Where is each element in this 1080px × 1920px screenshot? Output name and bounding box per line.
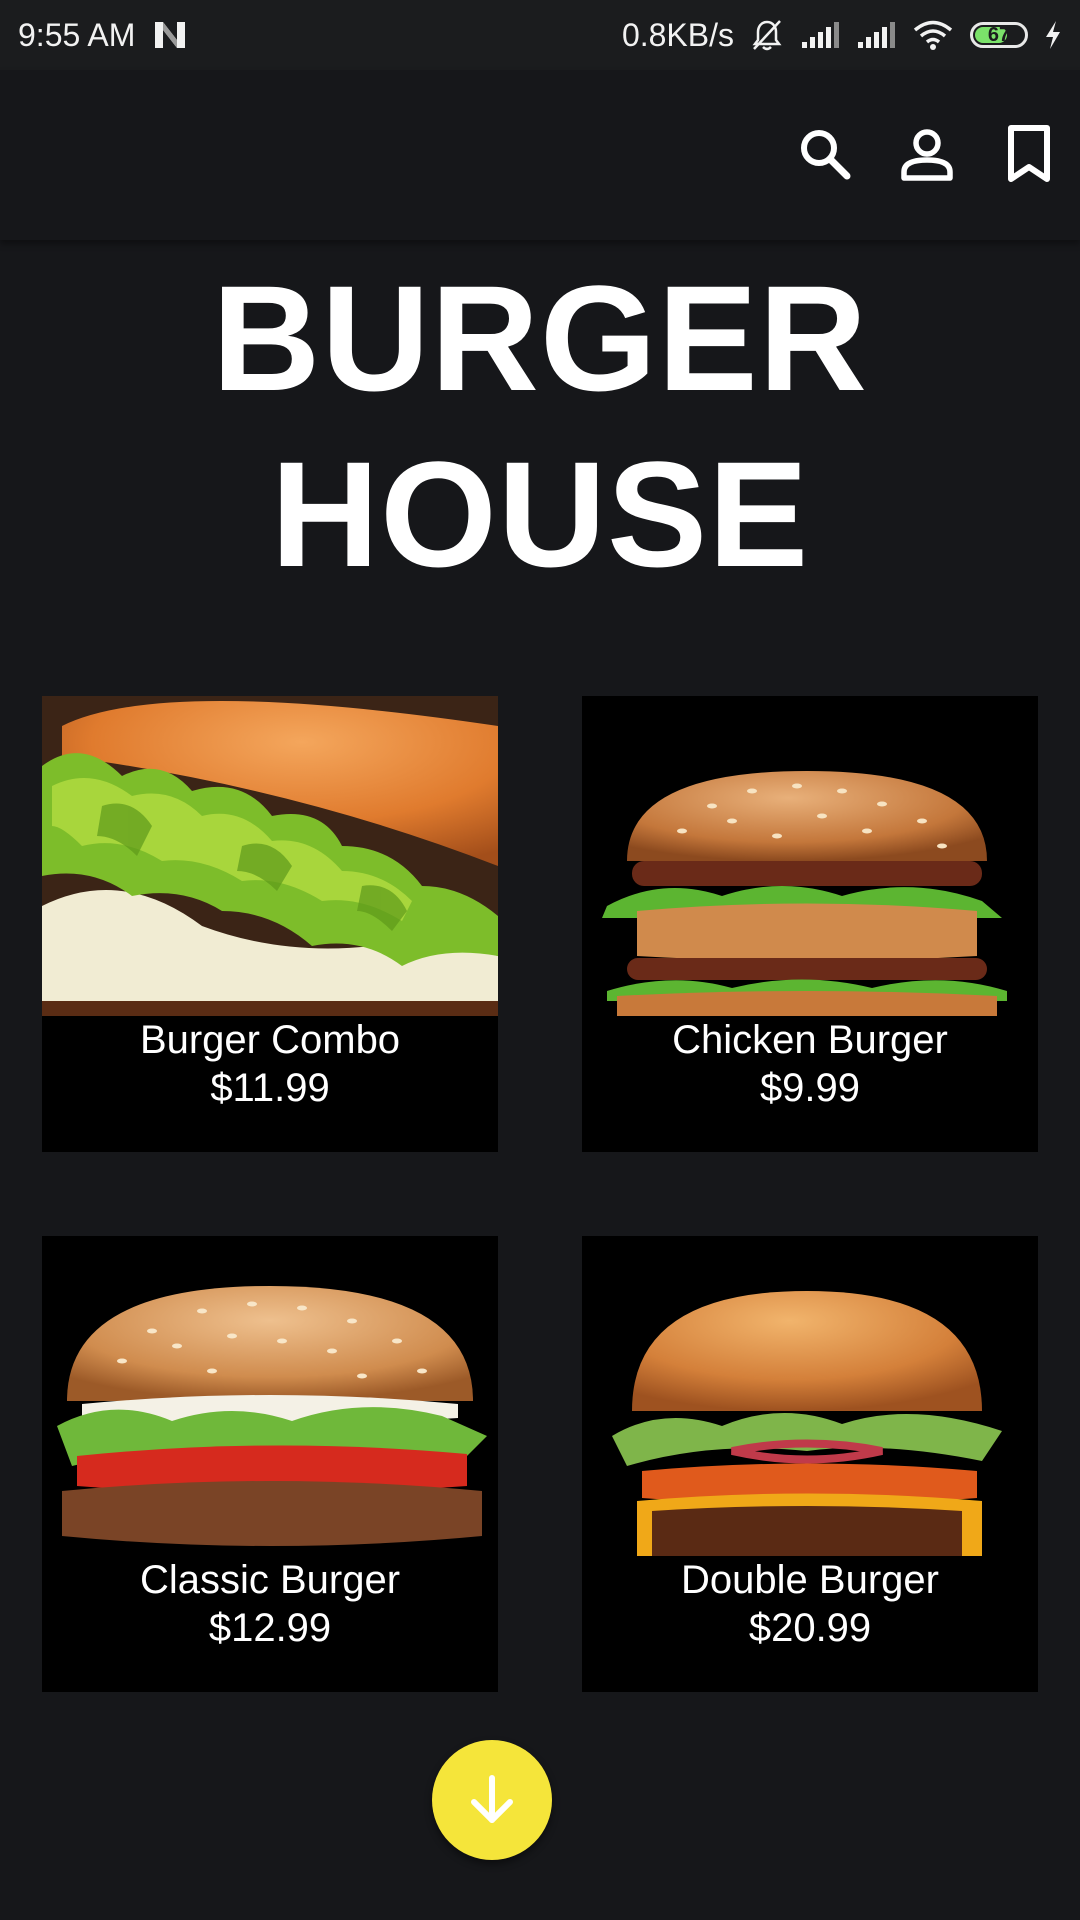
- account-icon: [901, 129, 953, 181]
- menu-item-name: Chicken Burger: [672, 1018, 948, 1062]
- account-button[interactable]: [876, 122, 978, 186]
- menu-item-price: $11.99: [210, 1066, 330, 1110]
- arrow-down-icon: [471, 1775, 513, 1823]
- classic-burger-image: [42, 1236, 498, 1556]
- status-left: 9:55 AM: [18, 17, 187, 54]
- title-line-2: HOUSE: [270, 430, 810, 598]
- menu-item-price: $20.99: [748, 1606, 872, 1650]
- app-bar-actions: [774, 122, 1080, 186]
- burger-combo-image: [42, 696, 498, 1016]
- page-title: BURGER HOUSE: [0, 250, 1080, 602]
- battery-icon: 67: [970, 22, 1028, 48]
- double-burger-image: [582, 1236, 1038, 1556]
- scroll-down-button[interactable]: [432, 1740, 552, 1860]
- bookmark-button[interactable]: [978, 122, 1080, 186]
- status-bar: 9:55 AM 0.8KB/s 67: [0, 0, 1080, 70]
- bookmark-icon: [1008, 125, 1050, 182]
- network-speed: 0.8KB/s: [621, 16, 734, 53]
- status-time: 9:55 AM: [18, 16, 136, 53]
- menu-card-double-burger[interactable]: Double Burger $20.99: [582, 1236, 1038, 1692]
- mute-bell-icon: [750, 18, 784, 52]
- menu-item-price: $12.99: [208, 1606, 332, 1650]
- menu-item-price: $9.99: [759, 1066, 861, 1110]
- status-right: 0.8KB/s 67: [622, 17, 1062, 54]
- menu-card-chicken-burger[interactable]: Chicken Burger $9.99: [582, 696, 1038, 1152]
- charging-icon: [1044, 20, 1062, 50]
- menu-item-name: Double Burger: [681, 1558, 939, 1602]
- n-app-icon: [153, 20, 187, 50]
- signal-icon: [856, 20, 896, 50]
- menu-item-name: Classic Burger: [139, 1558, 401, 1602]
- title-line-1: BURGER: [211, 254, 869, 422]
- app-bar: [0, 70, 1080, 240]
- menu-item-name: Burger Combo: [139, 1018, 401, 1062]
- menu-card-burger-combo[interactable]: Burger Combo $11.99: [42, 696, 498, 1152]
- signal-icon: [800, 20, 840, 50]
- search-button[interactable]: [774, 122, 876, 186]
- battery-level: 67: [987, 23, 1011, 46]
- menu-card-classic-burger[interactable]: Classic Burger $12.99: [42, 1236, 498, 1692]
- search-icon: [801, 130, 851, 180]
- wifi-icon: [912, 19, 954, 51]
- chicken-burger-image: [582, 696, 1038, 1016]
